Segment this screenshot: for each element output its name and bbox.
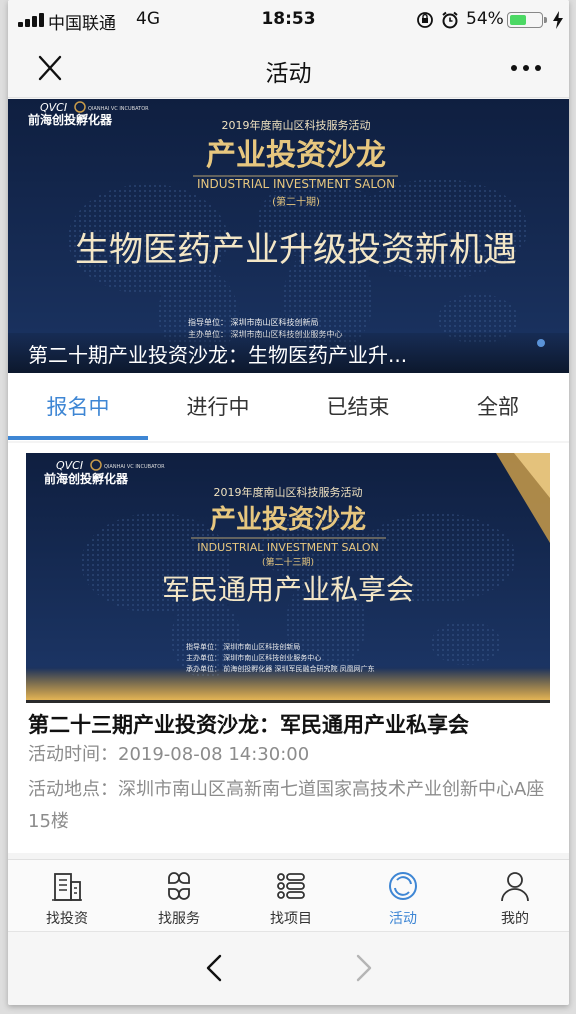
phone-screen: 中国联通 4G 18:53 54% 活动 QVCI QIANHAI VC INC… [8,0,569,1005]
tabbar-label: 找服务 [158,911,200,927]
card-logo-brand: QVCI [56,459,83,472]
orientation-lock-icon [417,12,433,28]
card-session: (第二十三期) [262,556,314,568]
card-series-title: 2019年度南山区科技服务活动 [214,485,363,499]
banner-organizer-1: 指导单位： 深圳市南山区科技创新局 [188,317,319,327]
tabbar-item-activity[interactable]: 活动 [347,860,459,932]
alarm-icon [442,11,458,29]
grid-icon [168,872,190,900]
featured-banner[interactable]: QVCI QIANHAI VC INCUBATOR 前海创投孵化器 2019年度… [8,99,569,373]
card-organizer-1: 指导单位： 深圳市南山区科技创新局 [186,642,300,651]
back-arrow-icon[interactable] [200,950,230,986]
status-bar: 中国联通 4G 18:53 54% [8,0,569,38]
tabbar-item-find-project[interactable]: 找项目 [235,860,347,932]
card-logo-en: QIANHAI VC INCUBATOR [104,464,165,470]
tabbar-label: 找项目 [270,911,312,927]
nav-bar: 活动 [8,38,569,98]
banner-caption: 第二十期产业投资沙龙：生物医药产业升... [28,343,408,367]
list-icon [277,873,305,899]
activity-icon [389,872,417,900]
more-icon[interactable] [506,56,546,80]
event-image: QVCI QIANHAI VC INCUBATOR 前海创投孵化器 2019年度… [26,453,550,703]
event-location-label: 活动地点： [28,779,118,800]
charging-icon [553,11,563,29]
event-card[interactable]: QVCI QIANHAI VC INCUBATOR 前海创投孵化器 2019年度… [8,443,569,853]
tab-all[interactable]: 全部 [428,373,568,441]
carousel-indicator [537,339,545,347]
card-organizer-2: 主办单位： 深圳市南山区科技创业服务中心 [186,653,321,662]
tabbar-item-find-service[interactable]: 找服务 [123,860,235,932]
page-title: 活动 [265,61,312,87]
tabbar-item-find-investment[interactable]: 找投资 [11,860,123,932]
event-time: 活动时间：2019-08-08 14:30:00 [28,739,558,771]
building-icon [52,873,82,901]
event-title: 第二十三期产业投资沙龙：军民通用产业私享会 [28,713,469,737]
card-organizer-3: 承办单位： 前海创投孵化器 深圳军民融合研究院 凤凰网广东 [186,664,375,673]
banner-salon-en: INDUSTRIAL INVESTMENT SALON [197,177,395,191]
card-topic: 军民通用产业私享会 [162,573,414,606]
battery-percent: 54% [466,9,504,29]
forward-arrow-icon[interactable] [348,950,378,986]
card-logo-cn: 前海创投孵化器 [44,471,129,486]
event-location: 活动地点：深圳市南山区高新南七道国家高技术产业创新中心A座15楼 [28,774,558,838]
banner-logo-en: QIANHAI VC INCUBATOR [88,106,149,112]
status-tabs: 报名中 进行中 已结束 全部 [8,373,569,441]
banner-session: (第二十期) [272,195,320,208]
event-time-label: 活动时间： [28,744,118,765]
banner-salon-title: 产业投资沙龙 [206,138,386,173]
tab-in-progress[interactable]: 进行中 [148,373,288,441]
tabbar-item-profile[interactable]: 我的 [459,860,569,932]
card-salon-en: INDUSTRIAL INVESTMENT SALON [197,541,379,554]
banner-logo-cn: 前海创投孵化器 [28,112,113,127]
battery-icon [507,12,543,28]
user-icon [501,872,529,902]
card-salon-title: 产业投资沙龙 [210,505,366,535]
tab-ended[interactable]: 已结束 [288,373,428,441]
banner-topic: 生物医药产业升级投资新机遇 [75,230,517,270]
tab-registering[interactable]: 报名中 [8,373,148,441]
tabbar-label: 活动 [389,911,417,927]
banner-image: QVCI QIANHAI VC INCUBATOR 前海创投孵化器 2019年度… [8,99,569,373]
active-tab-indicator [8,436,148,440]
tabbar-label: 我的 [501,911,529,927]
banner-series-title: 2019年度南山区科技服务活动 [222,118,371,132]
bottom-tab-bar: 找投资 找服务 找项目 活动 我的 [8,859,569,931]
event-time-value: 2019-08-08 14:30:00 [118,744,310,765]
browser-toolbar [8,931,569,1005]
tabbar-label: 找投资 [46,911,88,927]
